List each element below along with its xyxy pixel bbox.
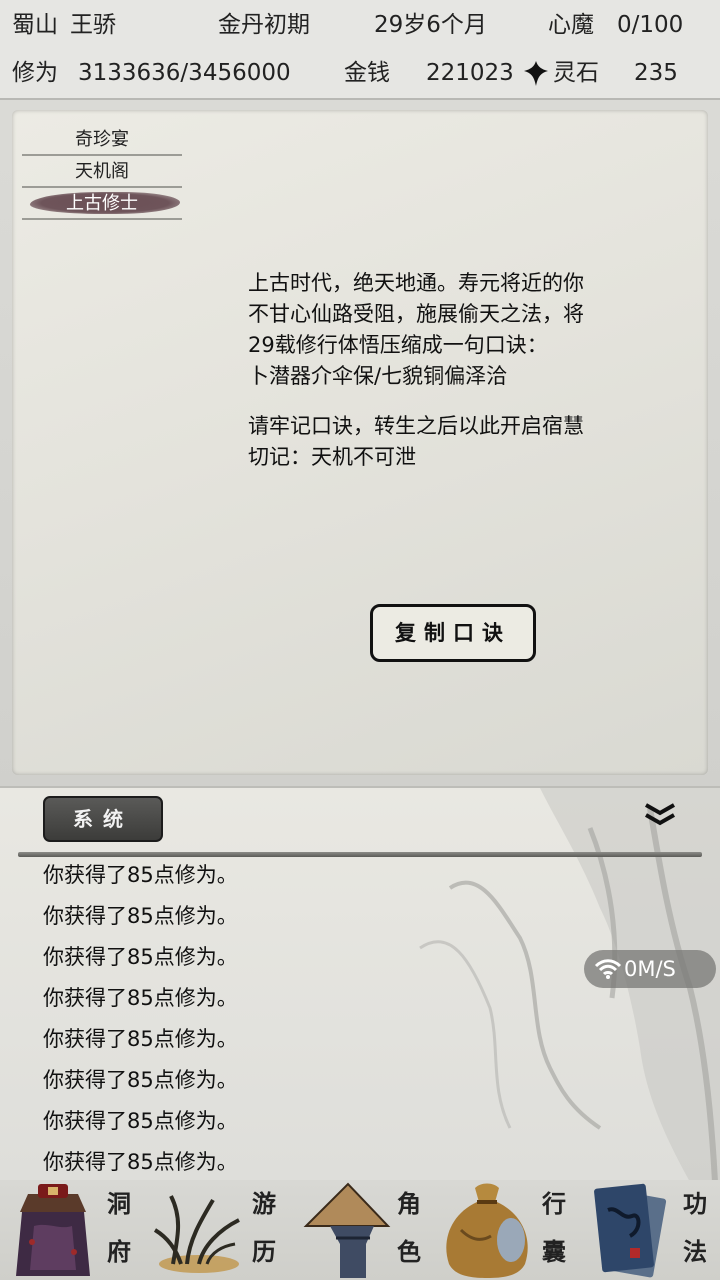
money-label: 金钱 <box>344 60 390 86</box>
log-divider <box>18 852 702 857</box>
log-entry: 你获得了85点修为。 <box>43 1068 238 1092</box>
story-text: 上古时代，绝天地通。寿元将近的你 不甘心仙路受阻，施展偷天之法，将 29载修行体… <box>248 268 668 473</box>
network-rate: 0M/S <box>624 957 676 981</box>
nav-label: 法 <box>683 1237 707 1266</box>
nav-label: 行 <box>542 1189 566 1218</box>
log-entry: 你获得了85点修为。 <box>43 1027 238 1051</box>
tab-label: 奇珍宴 <box>75 129 129 150</box>
nav-label: 洞 <box>107 1189 131 1218</box>
travel-grass-icon <box>153 1195 240 1273</box>
demon-value: 0/100 <box>617 12 684 38</box>
story-line: 请牢记口诀，转生之后以此开启宿慧 <box>248 414 584 438</box>
nav-character[interactable]: 角 色 <box>290 1180 435 1280</box>
log-entry: 你获得了85点修为。 <box>43 945 238 969</box>
money-value: 221023 <box>426 60 514 86</box>
wifi-icon <box>594 959 622 979</box>
copy-mnemonic-button[interactable]: 复制口诀 <box>370 604 536 662</box>
mnemonic-line: 卜潜器介伞保/七貌铜偏泽洽 <box>248 364 508 388</box>
spirit-stone-label: 灵石 <box>553 60 599 86</box>
tab-label: 上古修士 <box>66 193 138 214</box>
tab-tianjige[interactable]: 天机阁 <box>22 156 182 188</box>
log-entry: 你获得了85点修为。 <box>43 904 238 928</box>
log-entry: 你获得了85点修为。 <box>43 986 238 1010</box>
tab-ancient-cultivator[interactable]: 上古修士 <box>22 188 182 220</box>
story-line: 29载修行体悟压缩成一句口诀： <box>248 333 548 357</box>
sect-name: 蜀山 <box>12 12 58 38</box>
log-entry: 你获得了85点修为。 <box>43 1109 238 1133</box>
story-paper-panel: 奇珍宴 天机阁 上古修士 上古时代，绝天地通。寿元将近的你 不甘心仙路受阻，施展… <box>12 110 708 775</box>
nav-skills[interactable]: 功 法 <box>580 1180 720 1280</box>
nav-travel[interactable]: 游 历 <box>145 1180 290 1280</box>
bag-icon <box>446 1183 528 1278</box>
cave-mansion-icon <box>16 1184 90 1276</box>
bottom-navigation: 洞 府 游 历 角 色 行 囊 功 法 <box>0 1180 720 1280</box>
system-log-panel: 系统 你获得了85点修为。 你获得了85点修为。 你获得了85点修为。 你获得了… <box>0 786 720 1180</box>
stats-bar: 蜀山 王骄 金丹初期 29岁6个月 心魔 0/100 修为 3133636/34… <box>0 0 720 100</box>
player-age: 29岁6个月 <box>374 12 487 38</box>
system-tab[interactable]: 系统 <box>43 796 163 842</box>
tab-qizhenyan[interactable]: 奇珍宴 <box>22 124 182 156</box>
nav-label: 历 <box>252 1237 276 1266</box>
nav-label: 府 <box>107 1237 131 1266</box>
scroll-book-icon <box>594 1183 667 1278</box>
story-line: 不甘心仙路受阻，施展偷天之法，将 <box>248 302 584 326</box>
demon-label: 心魔 <box>548 12 594 38</box>
nav-label: 囊 <box>542 1237 566 1266</box>
spirit-stone-value: 235 <box>634 60 678 86</box>
spirit-stone-icon <box>521 59 551 89</box>
double-chevron-down-icon[interactable] <box>642 802 678 828</box>
nav-bag[interactable]: 行 囊 <box>435 1180 580 1280</box>
tab-label: 天机阁 <box>75 161 129 182</box>
log-entry: 你获得了85点修为。 <box>43 863 238 887</box>
network-speed-indicator: 0M/S <box>584 950 716 988</box>
realm-level: 金丹初期 <box>218 12 310 38</box>
log-entry: 你获得了85点修为。 <box>43 1150 238 1174</box>
story-line: 切记：天机不可泄 <box>248 445 416 469</box>
nav-label: 功 <box>683 1189 707 1218</box>
nav-label: 游 <box>252 1189 276 1218</box>
nav-label: 角 <box>397 1189 421 1218</box>
player-name: 王骄 <box>70 12 116 38</box>
nav-cave-mansion[interactable]: 洞 府 <box>0 1180 145 1280</box>
story-line: 上古时代，绝天地通。寿元将近的你 <box>248 271 584 295</box>
nav-label: 色 <box>397 1237 421 1266</box>
cultivation-value: 3133636/3456000 <box>78 60 291 86</box>
event-tabs: 奇珍宴 天机阁 上古修士 <box>22 124 182 220</box>
cultivation-label: 修为 <box>12 60 58 86</box>
character-hat-icon <box>303 1182 391 1278</box>
